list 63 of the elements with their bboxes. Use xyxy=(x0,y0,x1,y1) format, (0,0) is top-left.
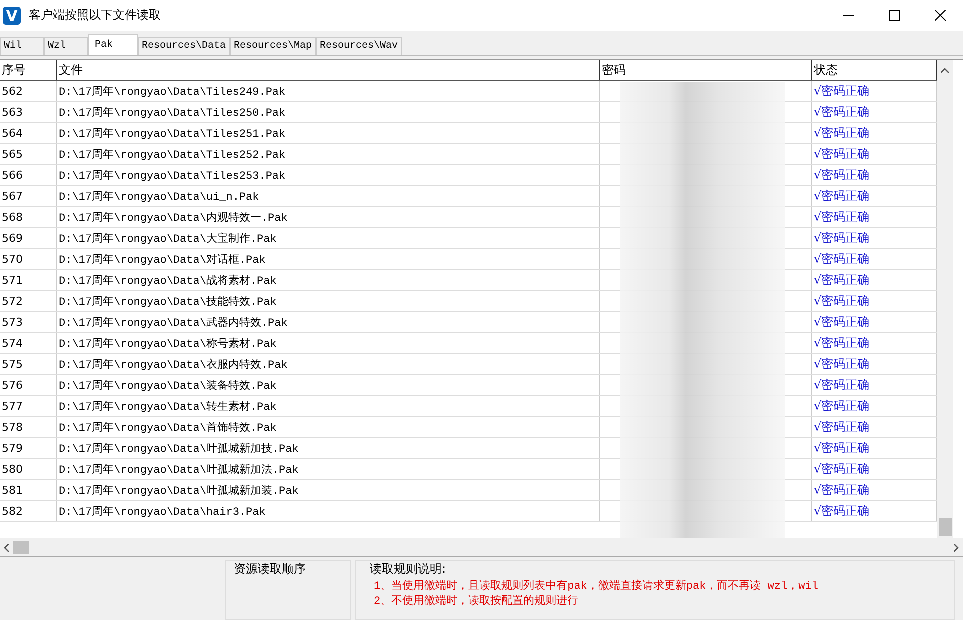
tab[interactable]: Wil xyxy=(0,37,44,55)
table-cell: 572 xyxy=(0,291,57,311)
table-cell: D:\17周年\rongyao\Data\称号素材.Pak xyxy=(57,333,600,353)
vertical-scrollbar[interactable] xyxy=(937,60,953,538)
table-cell: D:\17周年\rongyao\Data\大宝制作.Pak xyxy=(57,228,600,248)
table-cell: 569 xyxy=(0,228,57,248)
app-logo: V xyxy=(3,6,21,24)
table-cell: D:\17周年\rongyao\Data\首饰特效.Pak xyxy=(57,417,600,437)
table-cell: 563 xyxy=(0,102,57,122)
table-cell: 565 xyxy=(0,144,57,164)
table-cell: 571 xyxy=(0,270,57,290)
table-cell: 575 xyxy=(0,354,57,374)
table-cell: 581 xyxy=(0,480,57,500)
table-cell: 566 xyxy=(0,165,57,185)
tab[interactable]: Resources\Data xyxy=(138,37,230,55)
table-cell: 564 xyxy=(0,123,57,143)
table-cell: D:\17周年\rongyao\Data\Tiles249.Pak xyxy=(57,81,600,101)
tab[interactable]: Resources\Map xyxy=(230,37,316,55)
rule-text: 1、当使用微端时，且读取规则列表中有pak，微端直接请求更新pak，而不再读 wzl，wil xyxy=(374,581,820,594)
table-cell: 562 xyxy=(0,81,57,101)
table-cell: D:\17周年\rongyao\Data\叶孤城新加装.Pak xyxy=(57,480,600,500)
table-cell: D:\17周年\rongyao\Data\转生素材.Pak xyxy=(57,396,600,416)
table-cell: D:\17周年\rongyao\Data\战将素材.Pak xyxy=(57,270,600,290)
table-cell: D:\17周年\rongyao\Data\技能特效.Pak xyxy=(57,291,600,311)
table-cell: D:\17周年\rongyao\Data\叶孤城新加技.Pak xyxy=(57,438,600,458)
table-cell: D:\17周年\rongyao\Data\对话框.Pak xyxy=(57,249,600,269)
panel-title: 资源读取顺序 xyxy=(234,562,307,576)
table-cell: D:\17周年\rongyao\Data\Tiles251.Pak xyxy=(57,123,600,143)
table-cell: D:\17周年\rongyao\Data\Tiles253.Pak xyxy=(57,165,600,185)
minimize-icon xyxy=(842,15,854,16)
table-cell: 568 xyxy=(0,207,57,227)
table-cell: D:\17周年\rongyao\Data\内观特效一.Pak xyxy=(57,207,600,227)
table-cell: D:\17周年\rongyao\Data\hair3.Pak xyxy=(57,501,600,521)
tab[interactable]: Pak xyxy=(88,34,138,55)
rule-text: 2、不使用微端时，读取按配置的规则进行 xyxy=(374,596,580,609)
table-cell: 578 xyxy=(0,417,57,437)
table-cell: 579 xyxy=(0,438,57,458)
column-header[interactable]: 密码 xyxy=(600,60,812,80)
table-cell: D:\17周年\rongyao\Data\装备特效.Pak xyxy=(57,375,600,395)
table-cell: D:\17周年\rongyao\Data\ui_n.Pak xyxy=(57,186,600,206)
column-header[interactable]: 文件 xyxy=(57,60,600,80)
maximize-icon xyxy=(888,10,900,21)
table-cell: D:\17周年\rongyao\Data\Tiles252.Pak xyxy=(57,144,600,164)
scrollbar-thumb[interactable] xyxy=(938,518,952,536)
table-cell: 570 xyxy=(0,249,57,269)
column-header[interactable]: 序号 xyxy=(0,60,57,80)
scrollbar-thumb[interactable] xyxy=(13,541,29,554)
table-cell: D:\17周年\rongyao\Data\衣服内特效.Pak xyxy=(57,354,600,374)
table-cell: 574 xyxy=(0,333,57,353)
table-cell: D:\17周年\rongyao\Data\叶孤城新加法.Pak xyxy=(57,459,600,479)
tab[interactable]: Resources\Wav xyxy=(316,37,402,55)
table-cell: 582 xyxy=(0,501,57,521)
table-cell: 576 xyxy=(0,375,57,395)
table-cell: 573 xyxy=(0,312,57,332)
table-cell: 580 xyxy=(0,459,57,479)
table-cell: 567 xyxy=(0,186,57,206)
table-cell: D:\17周年\rongyao\Data\武器内特效.Pak xyxy=(57,312,600,332)
close-icon xyxy=(934,10,946,21)
panel-title: 读取规则说明: xyxy=(370,562,448,576)
tab[interactable]: Wzl xyxy=(44,37,88,55)
table-cell: D:\17周年\rongyao\Data\Tiles250.Pak xyxy=(57,102,600,122)
window-title: 客户端按照以下文件读取 xyxy=(29,7,162,24)
table-cell: 577 xyxy=(0,396,57,416)
